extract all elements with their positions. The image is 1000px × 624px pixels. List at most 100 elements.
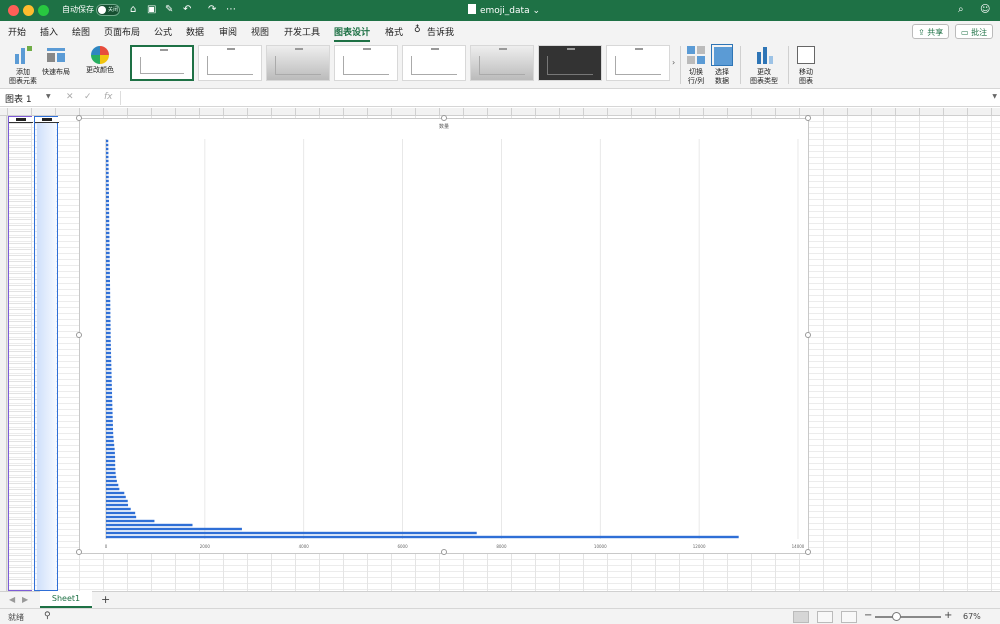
bar[interactable]: [106, 291, 111, 295]
bar[interactable]: [106, 319, 111, 323]
chart-style-5[interactable]: [402, 45, 466, 81]
bar[interactable]: [106, 159, 109, 163]
undo-icon[interactable]: ↶: [183, 4, 191, 16]
quick-layout-button[interactable]: 快速布局: [40, 44, 72, 77]
redo-icon[interactable]: ↷: [208, 4, 216, 16]
edit-icon[interactable]: ✎: [165, 4, 173, 16]
function-icon[interactable]: fx: [104, 92, 113, 102]
bar[interactable]: [106, 303, 111, 307]
bar[interactable]: [106, 399, 113, 403]
resize-handle-ne[interactable]: [805, 115, 811, 121]
bar[interactable]: [106, 375, 112, 379]
bar[interactable]: [106, 339, 111, 343]
chart-style-6[interactable]: [470, 45, 534, 81]
bar[interactable]: [106, 523, 193, 527]
gallery-next-icon[interactable]: ›: [672, 58, 675, 67]
bar[interactable]: [106, 187, 109, 191]
bar[interactable]: [106, 155, 109, 159]
bar[interactable]: [106, 531, 477, 535]
expand-formula-icon[interactable]: ▼: [992, 93, 997, 100]
bar[interactable]: [106, 299, 111, 303]
tab-developer[interactable]: 开发工具: [284, 25, 320, 38]
zoom-slider[interactable]: [875, 616, 941, 618]
bar[interactable]: [106, 251, 110, 255]
bar[interactable]: [106, 519, 155, 523]
bar[interactable]: [106, 175, 109, 179]
next-sheet-icon[interactable]: ▶: [22, 595, 28, 604]
switch-row-column-button[interactable]: 切换 行/列: [684, 44, 708, 86]
prev-sheet-icon[interactable]: ◀: [9, 595, 15, 604]
chevron-down-icon[interactable]: ▼: [46, 93, 51, 100]
bar[interactable]: [106, 235, 110, 239]
count-column[interactable]: [34, 116, 59, 591]
close-window-button[interactable]: [8, 5, 19, 16]
bar[interactable]: [106, 183, 109, 187]
accessibility-icon[interactable]: ⚲: [44, 611, 51, 621]
bar[interactable]: [106, 467, 116, 471]
tab-draw[interactable]: 绘图: [72, 25, 90, 38]
share-button[interactable]: ⇪ 共享: [912, 24, 950, 39]
add-sheet-icon[interactable]: +: [101, 593, 110, 606]
bar[interactable]: [106, 311, 111, 315]
bar[interactable]: [106, 207, 110, 211]
tab-data[interactable]: 数据: [186, 25, 204, 38]
resize-handle-sw[interactable]: [76, 549, 82, 555]
select-data-button[interactable]: 选择 数据: [710, 44, 734, 86]
bar[interactable]: [106, 163, 109, 167]
bar[interactable]: [106, 219, 110, 223]
bar[interactable]: [106, 195, 109, 199]
bar[interactable]: [106, 371, 112, 375]
bar[interactable]: [106, 423, 113, 427]
search-icon[interactable]: ⌕: [958, 4, 964, 16]
bar[interactable]: [106, 411, 113, 415]
autosave-toggle[interactable]: 关闭: [96, 4, 120, 16]
bar-chart[interactable]: 数量 0 2000 4000 6000 8000 10000 12000 14000: [76, 115, 811, 555]
bar[interactable]: [106, 223, 110, 227]
bar[interactable]: [106, 487, 120, 491]
bar[interactable]: [106, 407, 113, 411]
bar[interactable]: [106, 263, 110, 267]
bar[interactable]: [106, 259, 110, 263]
bar[interactable]: [106, 367, 112, 371]
bar[interactable]: [106, 239, 110, 243]
bar[interactable]: [106, 287, 111, 291]
resize-handle-w[interactable]: [76, 332, 82, 338]
bar[interactable]: [106, 147, 109, 151]
bar[interactable]: [106, 387, 112, 391]
row-headers[interactable]: [0, 116, 7, 591]
bar[interactable]: [106, 151, 109, 155]
bar[interactable]: [106, 419, 113, 423]
tab-review[interactable]: 审阅: [219, 25, 237, 38]
tab-format[interactable]: 格式: [385, 25, 403, 38]
bar[interactable]: [106, 139, 109, 143]
minimize-window-button[interactable]: [23, 5, 34, 16]
bar[interactable]: [106, 199, 110, 203]
bar[interactable]: [106, 215, 110, 219]
bar[interactable]: [106, 355, 112, 359]
tab-view[interactable]: 视图: [251, 25, 269, 38]
document-title[interactable]: emoji_data ⌄: [468, 4, 540, 16]
column-headers[interactable]: [0, 108, 1000, 116]
bar[interactable]: [106, 327, 111, 331]
bar[interactable]: [106, 283, 111, 287]
comments-button[interactable]: ▭ 批注: [955, 24, 994, 39]
bar[interactable]: [106, 279, 111, 283]
resize-handle-s[interactable]: [441, 549, 447, 555]
chart-style-2[interactable]: [198, 45, 262, 81]
bar[interactable]: [106, 511, 136, 515]
bar[interactable]: [106, 231, 110, 235]
bar[interactable]: [106, 323, 111, 327]
bar[interactable]: [106, 403, 113, 407]
bar[interactable]: [106, 515, 137, 519]
change-colors-button[interactable]: 更改颜色: [82, 44, 118, 75]
bar[interactable]: [106, 431, 114, 435]
bar[interactable]: [106, 471, 116, 475]
bar[interactable]: [106, 503, 129, 507]
bar[interactable]: [106, 343, 111, 347]
bar[interactable]: [106, 455, 116, 459]
bar[interactable]: [106, 347, 111, 351]
bar[interactable]: [106, 171, 109, 175]
zoom-in-button[interactable]: +: [944, 610, 952, 621]
zoom-level[interactable]: 67%: [963, 612, 981, 621]
tab-home[interactable]: 开始: [8, 25, 26, 38]
